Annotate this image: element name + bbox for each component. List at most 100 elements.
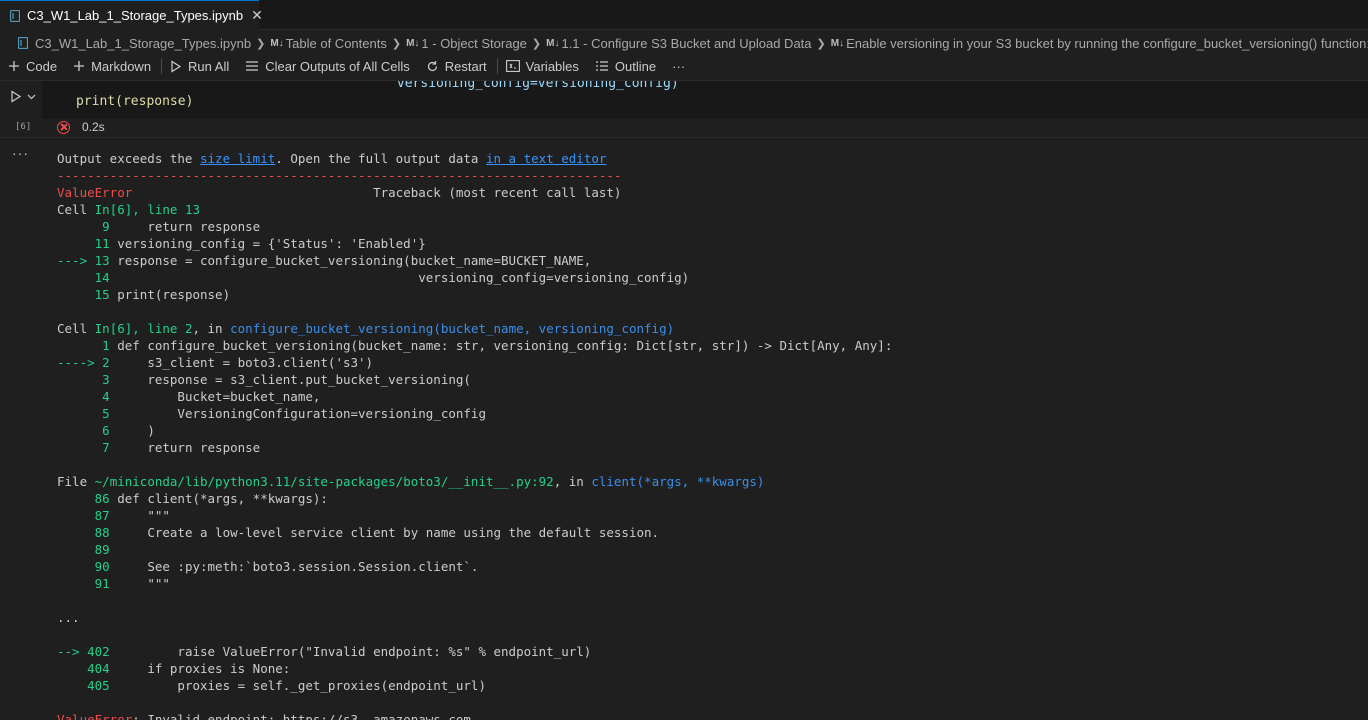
line-code: VersioningConfiguration=versioning_confi… [109,406,486,421]
traceback-line: 9 return response [57,218,1357,235]
breadcrumb-item-object-storage[interactable]: M↓ 1 - Object Storage [406,36,527,51]
run-cell-button[interactable] [10,90,36,103]
line-number: 9 [57,219,110,234]
variables-button[interactable]: Variables [505,58,579,74]
traceback-ellipsis: ... [57,610,80,625]
breadcrumb-item-configure-s3[interactable]: M↓ 1.1 - Configure S3 Bucket and Upload … [546,36,811,51]
breadcrumb-item-file[interactable]: C3_W1_Lab_1_Storage_Types.ipynb [18,36,251,51]
line-number: --> 402 [57,644,110,659]
line-number: 5 [57,406,110,421]
clear-outputs-label: Clear Outputs of All Cells [265,58,410,74]
traceback-line: 405 proxies = self._get_proxies(endpoint… [57,677,1357,694]
line-code: s3_client = boto3.client('s3') [109,355,374,370]
line-code: if proxies is None: [109,661,291,676]
notebook-tab[interactable]: C3_W1_Lab_1_Storage_Types.ipynb ✕ [0,0,263,30]
cell-border [0,137,1368,138]
more-actions-button[interactable]: ··· [672,59,685,74]
add-code-button[interactable]: Code [8,59,57,74]
code-line: print(response) [76,94,193,109]
chevron-down-icon[interactable] [27,94,36,100]
add-markdown-label: Markdown [91,58,152,74]
traceback-line: 5 VersioningConfiguration=versioning_con… [57,405,1357,422]
traceback-line: 14 versioning_config=versioning_config) [57,269,1357,286]
line-number: 86 [57,491,110,506]
traceback-line: 89 [57,541,1357,558]
line-number: 6 [57,423,110,438]
traceback-line: 1 def configure_bucket_versioning(bucket… [57,337,1357,354]
line-code: proxies = self._get_proxies(endpoint_url… [109,678,486,693]
breadcrumb-item-enable-versioning[interactable]: M↓ Enable versioning in your S3 bucket b… [831,36,1368,51]
traceback-header: ValueError Traceback (most recent call l… [57,184,1357,201]
line-code: response = s3_client.put_bucket_versioni… [109,372,471,387]
breadcrumb-label: Enable versioning in your S3 bucket by r… [846,35,1368,51]
traceback-title: Traceback (most recent call last) [132,185,622,200]
line-code: raise ValueError("Invalid endpoint: %s" … [109,644,592,659]
frame-label: Cell [57,321,95,336]
play-icon [11,90,22,103]
frame-location: ~/miniconda/lib/python3.11/site-packages… [94,474,554,489]
final-error: ValueError: Invalid endpoint: https://s3… [57,711,1357,720]
line-code: def client(*args, **kwargs): [109,491,328,506]
chevron-right-icon: ❯ [391,37,402,50]
cell-status: 0.2s [57,119,105,135]
error-name: ValueError [57,185,133,200]
run-all-button[interactable]: Run All [170,59,229,74]
line-code: def configure_bucket_versioning(bucket_n… [109,338,893,353]
code-line: versioning_config=versioning_config) [76,81,679,91]
outline-label: Outline [614,58,657,74]
frame-location: In[6], line 2 [94,321,193,336]
line-number: 404 [57,661,110,676]
output-notice: Output exceeds the size limit. Open the … [57,150,1357,167]
size-limit-link[interactable]: size limit [200,151,275,166]
traceback-line: 11 versioning_config = {'Status': 'Enabl… [57,235,1357,252]
variables-label: Variables [525,58,579,74]
code-cell-editor[interactable]: versioning_config=versioning_config) pri… [42,81,1368,119]
traceback-line: 87 """ [57,507,1357,524]
notebook-file-icon [9,9,21,22]
chevron-right-icon: ❯ [256,37,266,50]
line-number: 15 [57,287,110,302]
frame-label: Cell [57,202,95,217]
frame-header: File ~/miniconda/lib/python3.11/site-pac… [57,473,1357,490]
plus-icon [8,60,20,72]
frame-header: Cell In[6], line 2, in configure_bucket_… [57,320,1357,337]
line-number: 4 [57,389,110,404]
line-code: return response [109,219,261,234]
line-code: See :py:meth:`boto3.session.Session.clie… [109,559,479,574]
notebook-toolbar: Code Markdown Run All Clear Outputs of A… [0,55,1368,77]
notice-text: . Open the full output data [275,151,486,166]
line-number: 3 [57,372,110,387]
line-code: print(response) [109,287,231,302]
traceback-line: ----> 2 s3_client = boto3.client('s3') [57,354,1357,371]
close-icon[interactable]: ✕ [251,7,263,24]
traceback-line: 3 response = s3_client.put_bucket_versio… [57,371,1357,388]
line-code: Create a low-level service client by nam… [109,525,660,540]
restart-button[interactable]: Restart [426,59,487,74]
line-number: 89 [57,542,110,557]
line-code: ) [109,423,155,438]
add-markdown-button[interactable]: Markdown [73,59,151,74]
cell-gutter: [6] [0,81,42,137]
traceback-line: 90 See :py:meth:`boto3.session.Session.c… [57,558,1357,575]
line-number: ---> 13 [57,253,110,268]
clear-outputs-button[interactable]: Clear Outputs of All Cells [245,59,410,74]
frame-location: In[6], line 13 [94,202,200,217]
execution-count: [6] [15,122,32,132]
breadcrumb-item-toc[interactable]: M↓ Table of Contents [270,36,387,51]
line-code: Bucket=bucket_name, [109,389,321,404]
tab-label: C3_W1_Lab_1_Storage_Types.ipynb [27,8,244,23]
open-in-editor-link[interactable]: in a text editor [486,151,606,166]
line-code: versioning_config=versioning_config) [109,270,690,285]
outline-button[interactable]: Outline [595,59,656,74]
traceback-line: 6 ) [57,422,1357,439]
output-actions-button[interactable]: ··· [12,145,29,161]
error-message: : Invalid endpoint: https://s3..amazonaw… [132,712,471,720]
line-code: """ [109,576,170,591]
notebook-file-icon [18,37,28,49]
markdown-icon: M↓ [546,37,560,49]
restart-icon [426,60,439,73]
